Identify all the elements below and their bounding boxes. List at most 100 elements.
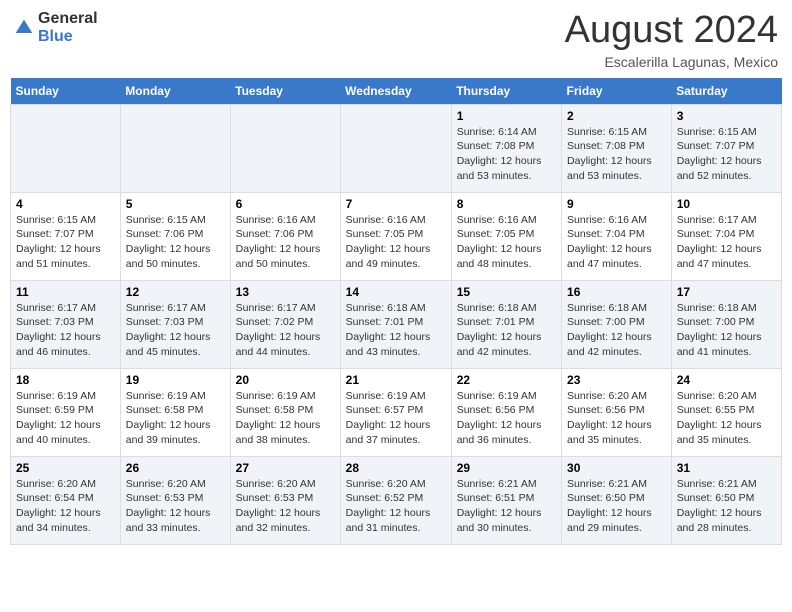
daylight-text: Daylight: 12 hours and 34 minutes. bbox=[16, 507, 101, 534]
day-content: Sunrise: 6:15 AM Sunset: 7:08 PM Dayligh… bbox=[567, 125, 666, 184]
sunset-text: Sunset: 6:59 PM bbox=[16, 404, 94, 416]
daylight-text: Daylight: 12 hours and 30 minutes. bbox=[457, 507, 542, 534]
sunrise-text: Sunrise: 6:16 AM bbox=[236, 214, 316, 226]
calendar-cell: 17 Sunrise: 6:18 AM Sunset: 7:00 PM Dayl… bbox=[671, 280, 781, 368]
logo-icon bbox=[14, 18, 34, 38]
calendar-cell: 14 Sunrise: 6:18 AM Sunset: 7:01 PM Dayl… bbox=[340, 280, 451, 368]
sunrise-text: Sunrise: 6:18 AM bbox=[567, 302, 647, 314]
sunset-text: Sunset: 7:08 PM bbox=[567, 140, 645, 152]
calendar-cell: 8 Sunrise: 6:16 AM Sunset: 7:05 PM Dayli… bbox=[451, 192, 561, 280]
daylight-text: Daylight: 12 hours and 41 minutes. bbox=[677, 331, 762, 358]
day-number: 20 bbox=[236, 373, 335, 387]
daylight-text: Daylight: 12 hours and 44 minutes. bbox=[236, 331, 321, 358]
day-content: Sunrise: 6:17 AM Sunset: 7:03 PM Dayligh… bbox=[126, 301, 225, 360]
day-number: 2 bbox=[567, 109, 666, 123]
calendar-cell: 27 Sunrise: 6:20 AM Sunset: 6:53 PM Dayl… bbox=[230, 456, 340, 544]
logo-text: General Blue bbox=[38, 10, 98, 46]
calendar-cell: 30 Sunrise: 6:21 AM Sunset: 6:50 PM Dayl… bbox=[562, 456, 672, 544]
sunrise-text: Sunrise: 6:15 AM bbox=[16, 214, 96, 226]
sunrise-text: Sunrise: 6:15 AM bbox=[567, 126, 647, 138]
calendar-cell: 6 Sunrise: 6:16 AM Sunset: 7:06 PM Dayli… bbox=[230, 192, 340, 280]
sunrise-text: Sunrise: 6:18 AM bbox=[457, 302, 537, 314]
daylight-text: Daylight: 12 hours and 53 minutes. bbox=[457, 155, 542, 182]
daylight-text: Daylight: 12 hours and 48 minutes. bbox=[457, 243, 542, 270]
calendar-week-row: 1 Sunrise: 6:14 AM Sunset: 7:08 PM Dayli… bbox=[11, 104, 782, 192]
day-number: 7 bbox=[346, 197, 446, 211]
day-content: Sunrise: 6:18 AM Sunset: 7:00 PM Dayligh… bbox=[677, 301, 776, 360]
daylight-text: Daylight: 12 hours and 45 minutes. bbox=[126, 331, 211, 358]
day-content: Sunrise: 6:18 AM Sunset: 7:00 PM Dayligh… bbox=[567, 301, 666, 360]
header-day-friday: Friday bbox=[562, 78, 672, 105]
day-content: Sunrise: 6:15 AM Sunset: 7:07 PM Dayligh… bbox=[677, 125, 776, 184]
calendar-cell: 24 Sunrise: 6:20 AM Sunset: 6:55 PM Dayl… bbox=[671, 368, 781, 456]
location-subtitle: Escalerilla Lagunas, Mexico bbox=[565, 54, 778, 70]
day-number: 9 bbox=[567, 197, 666, 211]
calendar-cell: 3 Sunrise: 6:15 AM Sunset: 7:07 PM Dayli… bbox=[671, 104, 781, 192]
day-content: Sunrise: 6:20 AM Sunset: 6:54 PM Dayligh… bbox=[16, 477, 115, 536]
daylight-text: Daylight: 12 hours and 39 minutes. bbox=[126, 419, 211, 446]
sunset-text: Sunset: 6:53 PM bbox=[126, 492, 204, 504]
sunset-text: Sunset: 7:04 PM bbox=[677, 228, 755, 240]
sunset-text: Sunset: 7:00 PM bbox=[677, 316, 755, 328]
day-number: 16 bbox=[567, 285, 666, 299]
header-day-saturday: Saturday bbox=[671, 78, 781, 105]
sunset-text: Sunset: 6:53 PM bbox=[236, 492, 314, 504]
sunrise-text: Sunrise: 6:17 AM bbox=[126, 302, 206, 314]
daylight-text: Daylight: 12 hours and 32 minutes. bbox=[236, 507, 321, 534]
sunrise-text: Sunrise: 6:21 AM bbox=[457, 478, 537, 490]
sunset-text: Sunset: 6:56 PM bbox=[567, 404, 645, 416]
day-number: 24 bbox=[677, 373, 776, 387]
day-number: 8 bbox=[457, 197, 556, 211]
calendar-cell: 18 Sunrise: 6:19 AM Sunset: 6:59 PM Dayl… bbox=[11, 368, 121, 456]
day-content: Sunrise: 6:20 AM Sunset: 6:52 PM Dayligh… bbox=[346, 477, 446, 536]
day-content: Sunrise: 6:21 AM Sunset: 6:50 PM Dayligh… bbox=[677, 477, 776, 536]
sunrise-text: Sunrise: 6:21 AM bbox=[567, 478, 647, 490]
sunset-text: Sunset: 7:03 PM bbox=[126, 316, 204, 328]
header-day-monday: Monday bbox=[120, 78, 230, 105]
sunset-text: Sunset: 7:05 PM bbox=[346, 228, 424, 240]
calendar-cell: 12 Sunrise: 6:17 AM Sunset: 7:03 PM Dayl… bbox=[120, 280, 230, 368]
daylight-text: Daylight: 12 hours and 42 minutes. bbox=[457, 331, 542, 358]
day-number: 23 bbox=[567, 373, 666, 387]
sunrise-text: Sunrise: 6:19 AM bbox=[457, 390, 537, 402]
day-number: 14 bbox=[346, 285, 446, 299]
calendar-cell: 1 Sunrise: 6:14 AM Sunset: 7:08 PM Dayli… bbox=[451, 104, 561, 192]
sunset-text: Sunset: 6:58 PM bbox=[126, 404, 204, 416]
day-number: 4 bbox=[16, 197, 115, 211]
page-header: General Blue August 2024 Escalerilla Lag… bbox=[10, 10, 782, 70]
calendar-table: SundayMondayTuesdayWednesdayThursdayFrid… bbox=[10, 78, 782, 545]
sunset-text: Sunset: 6:50 PM bbox=[677, 492, 755, 504]
calendar-cell: 13 Sunrise: 6:17 AM Sunset: 7:02 PM Dayl… bbox=[230, 280, 340, 368]
day-content: Sunrise: 6:19 AM Sunset: 6:58 PM Dayligh… bbox=[126, 389, 225, 448]
day-number: 17 bbox=[677, 285, 776, 299]
day-number: 1 bbox=[457, 109, 556, 123]
sunrise-text: Sunrise: 6:20 AM bbox=[346, 478, 426, 490]
day-number: 15 bbox=[457, 285, 556, 299]
day-content: Sunrise: 6:20 AM Sunset: 6:53 PM Dayligh… bbox=[236, 477, 335, 536]
calendar-cell: 7 Sunrise: 6:16 AM Sunset: 7:05 PM Dayli… bbox=[340, 192, 451, 280]
sunset-text: Sunset: 7:06 PM bbox=[126, 228, 204, 240]
day-number: 21 bbox=[346, 373, 446, 387]
day-content: Sunrise: 6:16 AM Sunset: 7:04 PM Dayligh… bbox=[567, 213, 666, 272]
sunrise-text: Sunrise: 6:15 AM bbox=[126, 214, 206, 226]
sunrise-text: Sunrise: 6:15 AM bbox=[677, 126, 757, 138]
calendar-cell: 26 Sunrise: 6:20 AM Sunset: 6:53 PM Dayl… bbox=[120, 456, 230, 544]
calendar-cell: 10 Sunrise: 6:17 AM Sunset: 7:04 PM Dayl… bbox=[671, 192, 781, 280]
sunset-text: Sunset: 6:51 PM bbox=[457, 492, 535, 504]
daylight-text: Daylight: 12 hours and 40 minutes. bbox=[16, 419, 101, 446]
calendar-cell bbox=[11, 104, 121, 192]
calendar-cell: 20 Sunrise: 6:19 AM Sunset: 6:58 PM Dayl… bbox=[230, 368, 340, 456]
day-content: Sunrise: 6:14 AM Sunset: 7:08 PM Dayligh… bbox=[457, 125, 556, 184]
day-number: 6 bbox=[236, 197, 335, 211]
day-content: Sunrise: 6:16 AM Sunset: 7:05 PM Dayligh… bbox=[346, 213, 446, 272]
sunset-text: Sunset: 7:02 PM bbox=[236, 316, 314, 328]
daylight-text: Daylight: 12 hours and 50 minutes. bbox=[126, 243, 211, 270]
daylight-text: Daylight: 12 hours and 37 minutes. bbox=[346, 419, 431, 446]
header-day-tuesday: Tuesday bbox=[230, 78, 340, 105]
daylight-text: Daylight: 12 hours and 31 minutes. bbox=[346, 507, 431, 534]
sunset-text: Sunset: 6:56 PM bbox=[457, 404, 535, 416]
daylight-text: Daylight: 12 hours and 33 minutes. bbox=[126, 507, 211, 534]
day-number: 26 bbox=[126, 461, 225, 475]
day-content: Sunrise: 6:17 AM Sunset: 7:04 PM Dayligh… bbox=[677, 213, 776, 272]
sunset-text: Sunset: 6:50 PM bbox=[567, 492, 645, 504]
